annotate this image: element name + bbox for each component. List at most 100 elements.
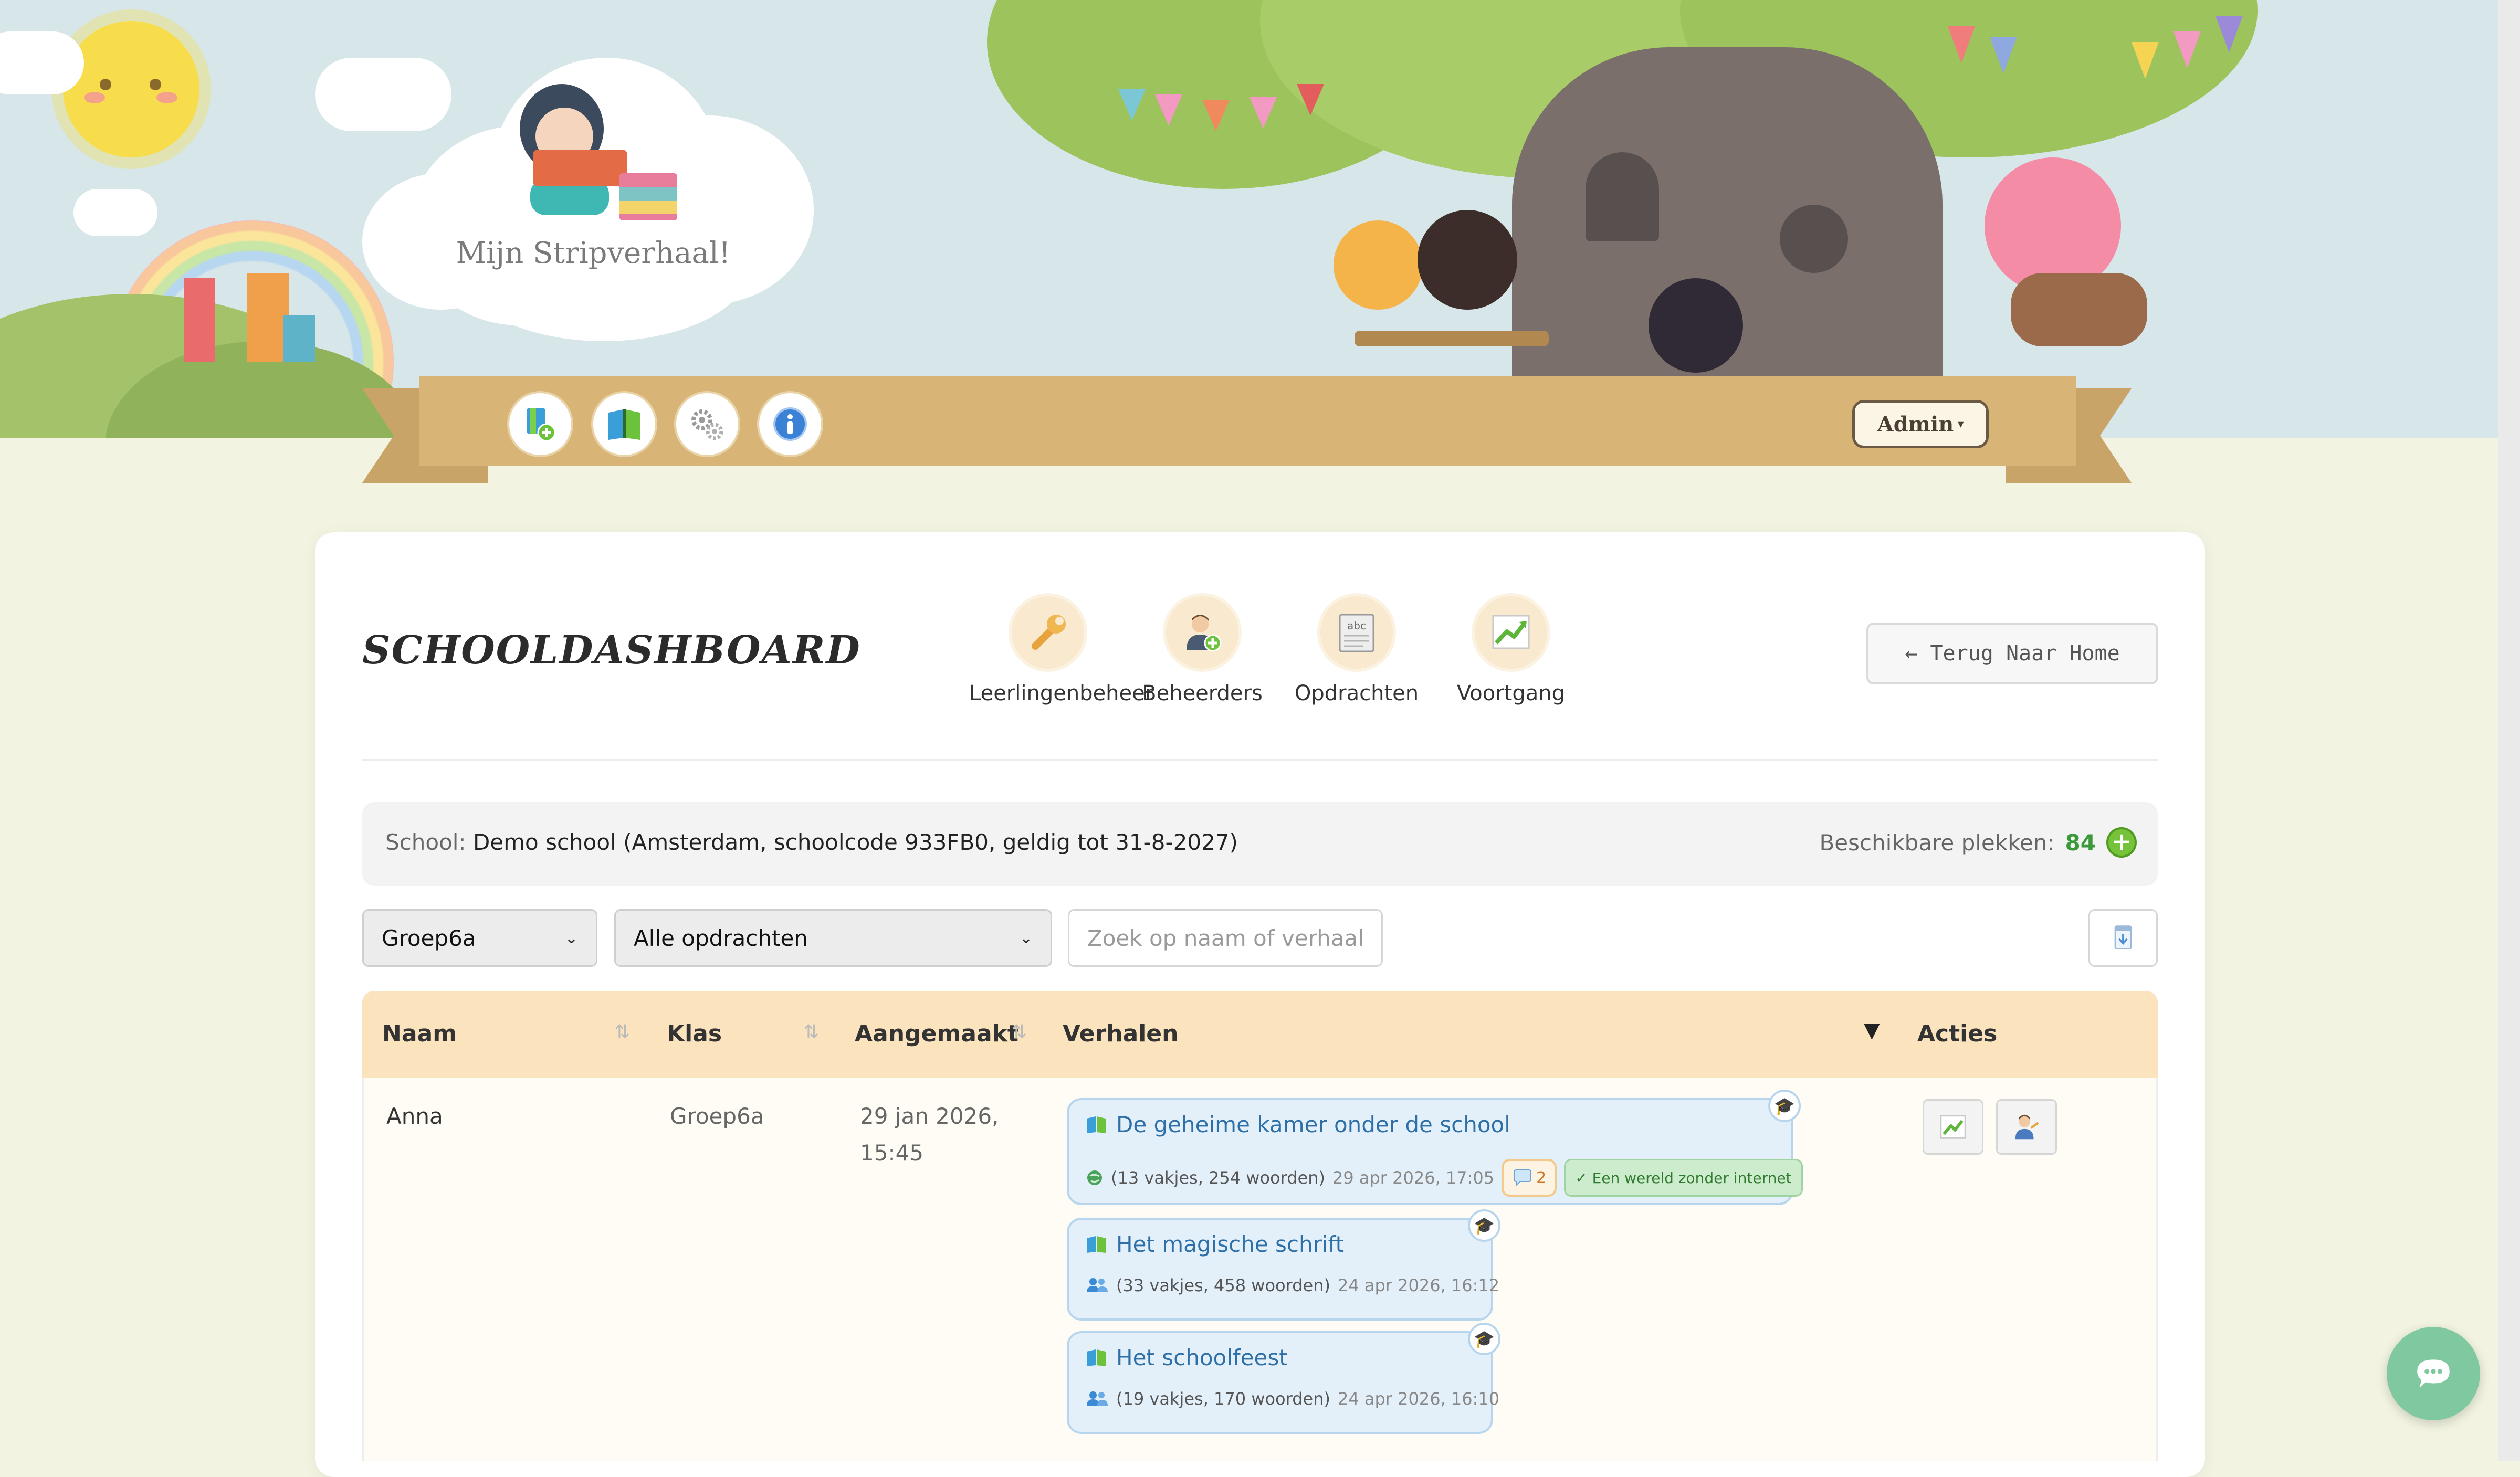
school-prefix: School: <box>385 829 473 855</box>
col-aangemaakt[interactable]: Aangemaakt <box>855 1020 1018 1047</box>
table-header: Naam ⇅ Klas ⇅ Aangemaakt ⇅ Verhalen ▼ Ac… <box>362 991 2158 1078</box>
search-input[interactable] <box>1068 909 1383 967</box>
group-users-icon <box>1087 1278 1108 1292</box>
cell-aangemaakt-date: 29 jan 2026, <box>860 1103 999 1129</box>
tool-opdrachten[interactable]: abc Opdrachten <box>1278 593 1435 705</box>
seats-count: 84 <box>2065 829 2096 856</box>
student-user-icon <box>2015 1114 2039 1140</box>
back-to-home-button[interactable]: ← Terug Naar Home <box>1866 623 2158 684</box>
chat-button[interactable] <box>2387 1327 2480 1420</box>
view-progress-button[interactable] <box>1923 1099 1983 1155</box>
tool-leerlingenbeheer[interactable]: Leerlingenbeheer <box>969 593 1154 705</box>
story-title: Het magische schrift <box>1116 1231 1345 1257</box>
admin-menu-button[interactable]: Admin ▾ <box>1852 400 1989 448</box>
logo-title: Mijn Stripverhaal! <box>456 236 731 270</box>
settings-gears-icon <box>691 409 723 440</box>
story-title-link[interactable]: Het schoolfeest <box>1086 1345 1288 1370</box>
group-select-value: Groep6a <box>382 925 476 951</box>
story-card[interactable]: Het schoolfeest (19 vakjes, 170 woorden)… <box>1067 1331 1499 1434</box>
story-title: Het schoolfeest <box>1116 1345 1288 1370</box>
story-details: (13 vakjes, 254 woorden) <box>1111 1168 1325 1188</box>
seats-label: Beschikbare plekken: <box>1819 829 2055 856</box>
assignment-select[interactable]: Alle opdrachten ⌄ <box>614 909 1052 967</box>
story-meta: (19 vakjes, 170 woorden) 24 apr 2026, 16… <box>1086 1389 1499 1409</box>
story-date: 29 apr 2026, 17:05 <box>1332 1168 1495 1188</box>
export-download-icon <box>2114 925 2132 950</box>
tool-label: Opdrachten <box>1294 681 1419 705</box>
available-seats: Beschikbare plekken: 84 + <box>1819 827 2137 858</box>
col-verhalen[interactable]: Verhalen <box>1063 1020 1178 1047</box>
story-date: 24 apr 2026, 16:10 <box>1337 1389 1500 1409</box>
sort-icon[interactable]: ⇅ <box>803 1021 819 1043</box>
graduation-cap-icon[interactable]: 🎓 <box>1468 1323 1500 1355</box>
nav-ribbon <box>419 376 2076 466</box>
sort-icon[interactable]: ⇅ <box>614 1021 630 1043</box>
group-select[interactable]: Groep6a ⌄ <box>362 909 597 967</box>
settings-button[interactable] <box>674 391 740 457</box>
cell-klas: Groep6a <box>670 1103 764 1129</box>
comments-count: 2 <box>1536 1168 1547 1187</box>
col-naam[interactable]: Naam <box>382 1020 457 1047</box>
comment-bubble-icon <box>1514 1169 1532 1187</box>
progress-chart-icon <box>1492 615 1530 649</box>
graduation-cap-icon[interactable]: 🎓 <box>1468 1209 1500 1242</box>
col-acties: Acties <box>1917 1020 1998 1047</box>
add-admin-icon <box>1186 615 1222 652</box>
info-button[interactable] <box>757 391 823 457</box>
tool-label: Beheerders <box>1142 681 1263 705</box>
school-details: Demo school (Amsterdam, schoolcode 933FB… <box>472 829 1238 855</box>
assignment-icon: abc <box>1339 614 1374 652</box>
story-meta: (13 vakjes, 254 woorden) 29 apr 2026, 17… <box>1086 1159 1803 1197</box>
stories-button[interactable] <box>591 391 657 457</box>
globe-icon <box>1087 1170 1102 1185</box>
export-button[interactable] <box>2088 909 2158 967</box>
story-card[interactable]: De geheime kamer onder de school (13 vak… <box>1067 1098 1803 1205</box>
tool-beheerders[interactable]: Beheerders <box>1124 593 1281 705</box>
book-icon <box>1087 1236 1106 1253</box>
tool-label: Leerlingenbeheer <box>969 681 1154 705</box>
wrench-icon <box>1032 615 1066 650</box>
cell-aangemaakt-time: 15:45 <box>860 1140 924 1166</box>
story-details: (19 vakjes, 170 woorden) <box>1116 1389 1330 1409</box>
book-icon <box>1087 1116 1106 1133</box>
chevron-down-icon: ▾ <box>1958 417 1964 431</box>
comments-badge[interactable]: 2 <box>1502 1159 1557 1197</box>
new-story-icon <box>527 408 556 442</box>
story-title-link[interactable]: De geheime kamer onder de school <box>1086 1112 1510 1137</box>
info-icon <box>773 407 807 441</box>
book-icon <box>1087 1349 1106 1366</box>
tool-label: Voortgang <box>1457 681 1565 705</box>
admin-label: Admin <box>1877 412 1954 437</box>
cell-naam: Anna <box>386 1103 443 1129</box>
group-users-icon <box>1087 1391 1108 1406</box>
sort-desc-icon[interactable]: ▼ <box>1864 1018 1880 1042</box>
chevron-down-icon: ⌄ <box>564 929 578 947</box>
chat-bubble-icon <box>2417 1359 2450 1388</box>
progress-chart-icon <box>1940 1115 1966 1139</box>
add-seats-plus-icon[interactable]: + <box>2106 827 2137 858</box>
story-title-link[interactable]: Het magische schrift <box>1086 1231 1344 1257</box>
school-info-bar: School: Demo school (Amsterdam, schoolco… <box>362 802 2158 886</box>
stories-book-icon <box>608 409 640 440</box>
sun-illustration <box>63 21 200 157</box>
story-details: (33 vakjes, 458 woorden) <box>1116 1275 1330 1295</box>
chevron-down-icon: ⌄ <box>1019 929 1033 947</box>
col-klas[interactable]: Klas <box>667 1020 722 1047</box>
new-story-button[interactable] <box>507 391 573 457</box>
divider <box>362 759 2158 761</box>
school-info: School: Demo school (Amsterdam, schoolco… <box>385 829 1238 855</box>
story-title: De geheime kamer onder de school <box>1116 1112 1510 1137</box>
manage-student-button[interactable] <box>1996 1099 2057 1155</box>
svg-text:abc: abc <box>1347 619 1366 632</box>
tool-voortgang[interactable]: Voortgang <box>1432 593 1590 705</box>
story-date: 24 apr 2026, 16:12 <box>1337 1275 1500 1295</box>
sort-icon[interactable]: ⇅ <box>1011 1021 1027 1043</box>
page-title: SCHOOLDASHBOARD <box>362 628 861 673</box>
graduation-cap-icon[interactable]: 🎓 <box>1768 1090 1801 1122</box>
story-card[interactable]: Het magische schrift (33 vakjes, 458 woo… <box>1067 1218 1499 1321</box>
assignment-select-value: Alle opdrachten <box>634 925 808 951</box>
assignment-badge: ✓ Een wereld zonder internet <box>1564 1159 1803 1197</box>
scrollbar[interactable] <box>2498 0 2520 1461</box>
header-illustration: Mijn Stripverhaal! <box>0 0 2520 438</box>
story-meta: (33 vakjes, 458 woorden) 24 apr 2026, 16… <box>1086 1275 1499 1295</box>
